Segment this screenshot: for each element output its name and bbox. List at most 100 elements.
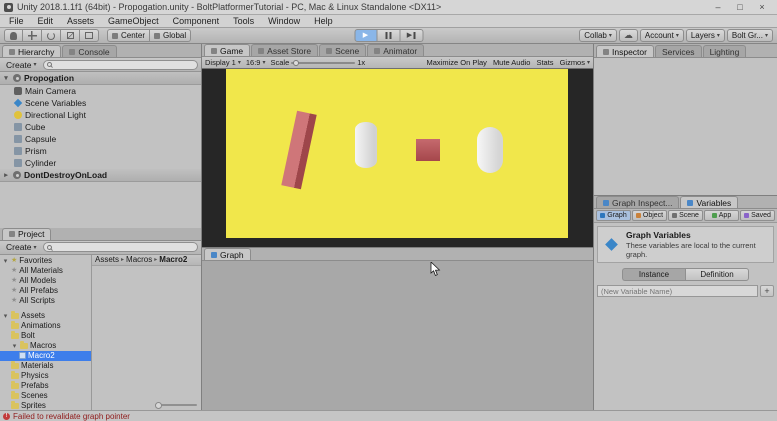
scene-header-dontdestroyonload[interactable]: ▸ DontDestroyOnLoad xyxy=(0,169,201,182)
tab-asset-store[interactable]: Asset Store xyxy=(251,44,318,56)
step-button[interactable]: ▶ xyxy=(400,29,423,42)
mode-tab-definition[interactable]: Definition xyxy=(685,268,749,281)
menu-window[interactable]: Window xyxy=(261,16,307,26)
menu-edit[interactable]: Edit xyxy=(31,16,61,26)
tab-hierarchy[interactable]: Hierarchy xyxy=(2,45,61,57)
expander-icon[interactable]: ▾ xyxy=(2,74,10,82)
move-tool-button[interactable] xyxy=(23,29,42,42)
project-item-macro2[interactable]: Macro2 xyxy=(0,351,91,361)
tab-graph-inspector[interactable]: Graph Inspect... xyxy=(596,196,679,208)
slider-knob[interactable] xyxy=(155,402,162,409)
folder-macros[interactable]: ▾Macros xyxy=(0,341,91,351)
scope-tab-object[interactable]: Object xyxy=(632,210,667,221)
cloud-services-button[interactable]: ☁ xyxy=(619,29,638,42)
hierarchy-item-directional-light[interactable]: Directional Light xyxy=(0,109,201,121)
folder-prefabs[interactable]: Prefabs xyxy=(0,381,91,391)
scene-header-propogation[interactable]: ▾ Propogation xyxy=(0,72,201,85)
stats-toggle[interactable]: Stats xyxy=(536,58,553,67)
layers-dropdown[interactable]: Layers▾ xyxy=(686,29,725,42)
status-message[interactable]: Failed to revalidate graph pointer xyxy=(13,412,130,421)
favorite-all-prefabs[interactable]: ★All Prefabs xyxy=(0,286,91,296)
project-content-grid[interactable] xyxy=(92,266,201,401)
menu-help[interactable]: Help xyxy=(307,16,340,26)
folder-materials[interactable]: Materials xyxy=(0,361,91,371)
status-bar: ! Failed to revalidate graph pointer xyxy=(0,410,777,421)
graph-panel: Graph xyxy=(202,248,593,410)
tab-console[interactable]: Console xyxy=(62,45,116,57)
hierarchy-item-cube[interactable]: Cube xyxy=(0,121,201,133)
slider-knob[interactable] xyxy=(293,60,299,66)
tab-scene[interactable]: Scene xyxy=(319,44,366,56)
tab-variables[interactable]: Variables xyxy=(680,196,738,208)
hierarchy-search-input[interactable] xyxy=(54,61,194,69)
thumbnail-zoom-slider[interactable] xyxy=(155,404,197,406)
hierarchy-item-scene-variables[interactable]: Scene Variables xyxy=(0,97,201,109)
hand-tool-button[interactable] xyxy=(4,29,23,42)
assets-root[interactable]: ▾Assets xyxy=(0,311,91,321)
maximize-on-play-toggle[interactable]: Maximize On Play xyxy=(427,58,487,67)
folder-physics[interactable]: Physics xyxy=(0,371,91,381)
account-dropdown[interactable]: Account▾ xyxy=(640,29,684,42)
mode-tab-instance[interactable]: Instance xyxy=(622,268,685,281)
tab-game[interactable]: Game xyxy=(204,44,250,56)
tab-graph[interactable]: Graph xyxy=(204,248,251,260)
menu-gameobject[interactable]: GameObject xyxy=(101,16,166,26)
hierarchy-item-cylinder[interactable]: Cylinder xyxy=(0,157,201,169)
menu-file[interactable]: File xyxy=(2,16,31,26)
tab-inspector[interactable]: Inspector xyxy=(596,45,654,57)
graph-canvas[interactable] xyxy=(202,261,593,410)
scale-tool-button[interactable] xyxy=(61,29,80,42)
breadcrumb-assets[interactable]: Assets xyxy=(95,255,119,264)
hierarchy-item-main-camera[interactable]: Main Camera xyxy=(0,85,201,97)
hierarchy-item-capsule[interactable]: Capsule xyxy=(0,133,201,145)
new-variable-row: + xyxy=(597,285,774,297)
scope-tab-graph[interactable]: Graph xyxy=(596,210,631,221)
scale-slider[interactable] xyxy=(291,62,355,64)
maximize-button[interactable]: □ xyxy=(729,1,751,14)
menu-assets[interactable]: Assets xyxy=(60,16,101,26)
folder-bolt[interactable]: Bolt xyxy=(0,331,91,341)
breadcrumb-macros[interactable]: Macros xyxy=(126,255,152,264)
expander-icon[interactable]: ▸ xyxy=(2,171,10,179)
favorites-root[interactable]: ▾★Favorites xyxy=(0,256,91,266)
minimize-button[interactable]: – xyxy=(707,1,729,14)
tab-services[interactable]: Services xyxy=(655,45,702,57)
close-button[interactable]: × xyxy=(751,1,773,14)
game-render-area xyxy=(202,69,593,247)
scope-tab-scene[interactable]: Scene xyxy=(668,210,703,221)
aspect-dropdown[interactable]: 16:9▾ xyxy=(246,58,266,67)
menu-tools[interactable]: Tools xyxy=(226,16,261,26)
favorite-all-scripts[interactable]: ★All Scripts xyxy=(0,296,91,306)
tab-project[interactable]: Project xyxy=(2,228,51,240)
rect-tool-button[interactable] xyxy=(80,29,99,42)
display-dropdown[interactable]: Display 1▾ xyxy=(205,58,241,67)
folder-scenes[interactable]: Scenes xyxy=(0,391,91,401)
play-button[interactable]: ▶ xyxy=(354,29,377,42)
folder-sprites[interactable]: Sprites xyxy=(0,401,91,411)
space-toggle-button[interactable]: Global xyxy=(150,29,191,42)
project-search-input[interactable] xyxy=(54,243,194,251)
scope-tab-app[interactable]: App xyxy=(704,210,739,221)
breadcrumb-macro2[interactable]: Macro2 xyxy=(159,255,187,264)
project-zoom-row xyxy=(92,400,201,410)
gizmos-dropdown[interactable]: Gizmos▾ xyxy=(560,58,590,67)
project-create-button[interactable]: Create▾ xyxy=(3,241,40,253)
add-variable-button[interactable]: + xyxy=(760,285,774,297)
game-viewport[interactable] xyxy=(226,69,568,238)
pivot-toggle-button[interactable]: Center xyxy=(107,29,150,42)
tab-animator[interactable]: Animator xyxy=(367,44,424,56)
hierarchy-item-prism[interactable]: Prism xyxy=(0,145,201,157)
tab-lighting[interactable]: Lighting xyxy=(703,45,747,57)
rotate-tool-button[interactable] xyxy=(42,29,61,42)
menu-component[interactable]: Component xyxy=(166,16,227,26)
collab-dropdown[interactable]: Collab▾ xyxy=(579,29,617,42)
new-variable-input[interactable] xyxy=(597,285,758,297)
pause-button[interactable] xyxy=(377,29,400,42)
folder-animations[interactable]: Animations xyxy=(0,321,91,331)
layout-dropdown[interactable]: Bolt Gr...▾ xyxy=(727,29,773,42)
favorite-all-materials[interactable]: ★All Materials xyxy=(0,266,91,276)
hierarchy-create-button[interactable]: Create▾ xyxy=(3,59,40,71)
scope-tab-saved[interactable]: Saved xyxy=(740,210,775,221)
favorite-all-models[interactable]: ★All Models xyxy=(0,276,91,286)
mute-audio-toggle[interactable]: Mute Audio xyxy=(493,58,531,67)
